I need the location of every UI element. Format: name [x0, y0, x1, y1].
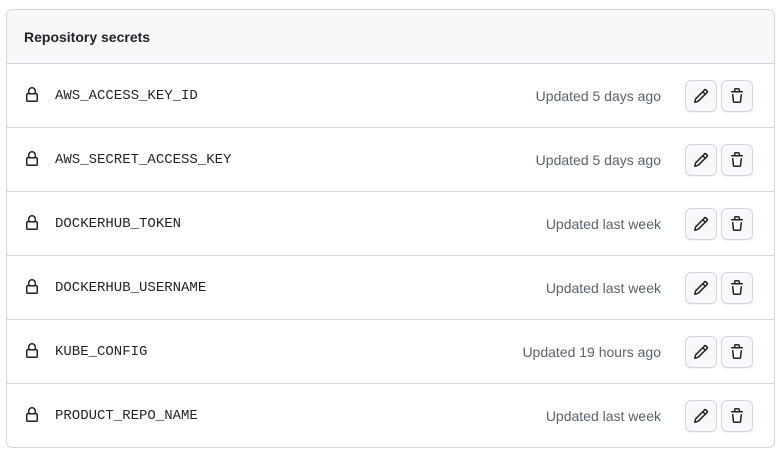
trash-icon [731, 344, 743, 359]
edit-secret-button[interactable] [685, 272, 717, 304]
trash-icon [731, 216, 743, 231]
secrets-list: AWS_ACCESS_KEY_ID Updated 5 days ago AWS… [7, 64, 774, 447]
panel-title: Repository secrets [24, 28, 151, 45]
delete-secret-button[interactable] [721, 272, 753, 304]
panel-header: Repository secrets [7, 10, 774, 64]
edit-secret-button[interactable] [685, 144, 717, 176]
secret-updated-time: Updated 19 hours ago [522, 343, 661, 360]
lock-icon [26, 343, 38, 358]
delete-secret-button[interactable] [721, 400, 753, 432]
edit-secret-button[interactable] [685, 80, 717, 112]
secret-name: KUBE_CONFIG [55, 343, 148, 360]
secret-row: PRODUCT_REPO_NAME Updated last week [7, 384, 774, 447]
lock-icon [26, 151, 38, 166]
lock-icon [26, 87, 38, 102]
secret-row: AWS_SECRET_ACCESS_KEY Updated 5 days ago [7, 128, 774, 192]
secret-updated-time: Updated last week [545, 408, 661, 424]
delete-secret-button[interactable] [721, 336, 753, 368]
secret-row: AWS_ACCESS_KEY_ID Updated 5 days ago [7, 64, 774, 128]
pencil-icon [693, 88, 709, 104]
trash-icon [731, 280, 743, 295]
pencil-icon [693, 280, 709, 296]
trash-icon [731, 88, 743, 103]
edit-secret-button[interactable] [685, 336, 717, 368]
lock-icon [26, 407, 38, 422]
secret-updated-time: Updated 5 days ago [535, 87, 661, 104]
edit-secret-button[interactable] [685, 208, 717, 240]
repository-secrets-panel: Repository secrets AWS_ACCESS_KEY_ID Upd… [6, 9, 775, 448]
secret-name: DOCKERHUB_TOKEN [55, 215, 182, 232]
pencil-icon [693, 152, 709, 168]
lock-icon [26, 279, 38, 294]
secret-name: AWS_SECRET_ACCESS_KEY [55, 151, 232, 168]
secret-row: DOCKERHUB_USERNAME Updated last week [7, 256, 774, 320]
delete-secret-button[interactable] [721, 144, 753, 176]
secret-row: DOCKERHUB_TOKEN Updated last week [7, 192, 774, 256]
pencil-icon [693, 408, 709, 424]
lock-icon [26, 215, 38, 230]
secret-updated-time: Updated last week [545, 279, 661, 296]
edit-secret-button[interactable] [685, 400, 717, 432]
secret-name: AWS_ACCESS_KEY_ID [55, 87, 198, 104]
secret-name: PRODUCT_REPO_NAME [55, 408, 198, 424]
secret-updated-time: Updated 5 days ago [535, 151, 661, 168]
secret-row: KUBE_CONFIG Updated 19 hours ago [7, 320, 774, 384]
delete-secret-button[interactable] [721, 208, 753, 240]
secret-name: DOCKERHUB_USERNAME [55, 279, 207, 296]
pencil-icon [693, 344, 709, 360]
pencil-icon [693, 216, 709, 232]
secret-updated-time: Updated last week [545, 215, 661, 232]
delete-secret-button[interactable] [721, 80, 753, 112]
trash-icon [731, 152, 743, 167]
trash-icon [731, 408, 743, 423]
